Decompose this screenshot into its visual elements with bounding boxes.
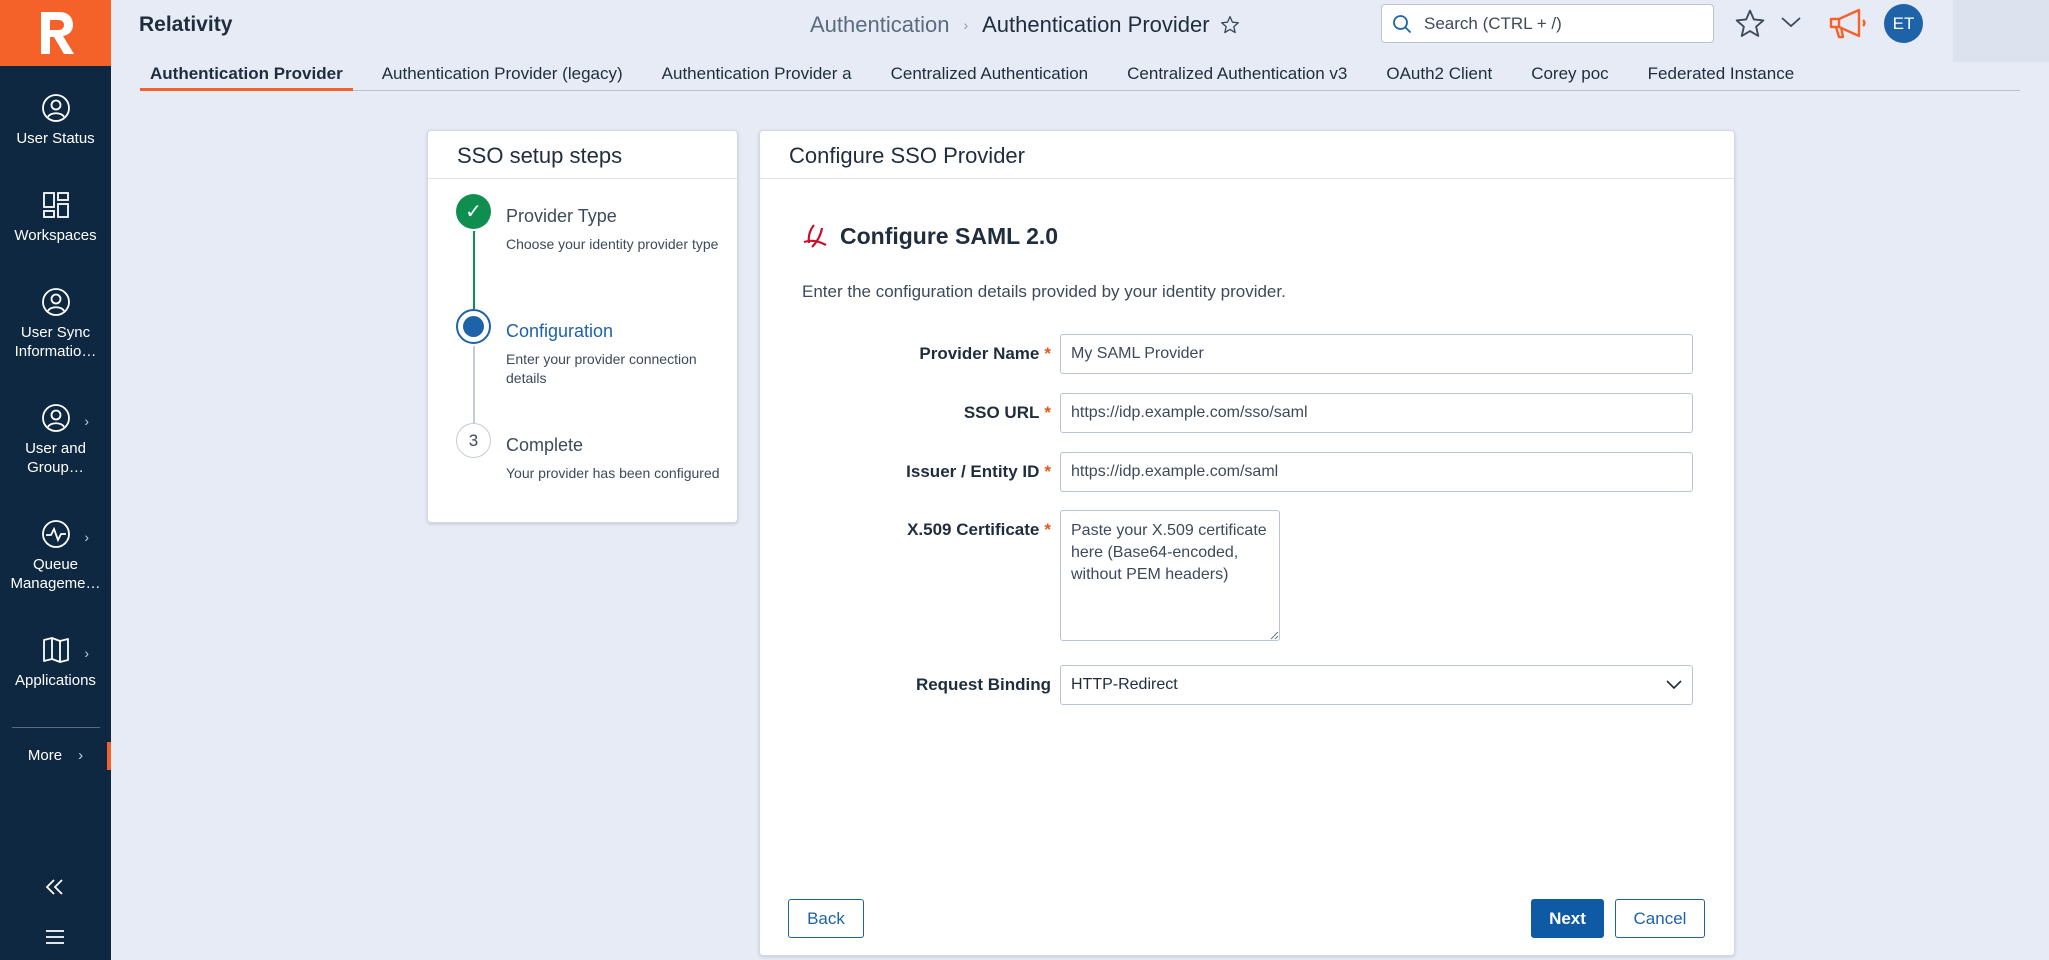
required-marker: *: [1044, 344, 1051, 363]
breadcrumb-current: Authentication Provider: [982, 12, 1210, 37]
step-complete: Complete Your provider has been configur…: [506, 435, 726, 483]
tab-corey-poc[interactable]: Corey poc: [1521, 62, 1618, 91]
workspaces-grid-icon: [42, 192, 69, 218]
sidebar-item-label: User Status: [16, 130, 95, 147]
sso-url-label: SSO URL *: [963, 403, 1051, 422]
cancel-button[interactable]: Cancel: [1615, 899, 1705, 938]
more-indicator: [107, 742, 111, 770]
user-circle-icon: [41, 404, 70, 432]
sidebar-item-queue-management[interactable]: › Queue Manageme…: [0, 519, 111, 593]
step-connector-pending: [473, 346, 475, 428]
form-intro-text: Enter the configuration details provided…: [802, 282, 1286, 301]
back-button[interactable]: Back: [788, 899, 864, 938]
hamburger-menu-icon[interactable]: [44, 929, 66, 945]
chevron-right-icon: ›: [78, 746, 84, 764]
step-configuration: Configuration Enter your provider connec…: [506, 321, 726, 388]
tab-bar: Authentication Provider Authentication P…: [140, 62, 2020, 91]
sidebar-item-workspaces[interactable]: Workspaces: [0, 190, 111, 245]
sidebar-item-label: User Sync Informatio…: [14, 324, 97, 360]
configure-sso-card: Configure SSO Provider Configure SAML 2.…: [759, 130, 1735, 956]
sidebar-item-label: User and Group…: [25, 440, 86, 476]
chevron-down-icon[interactable]: [1780, 14, 1802, 30]
tab-authentication-provider-a[interactable]: Authentication Provider a: [652, 62, 862, 91]
request-binding-value: HTTP-Redirect: [1071, 676, 1178, 693]
megaphone-icon[interactable]: [1827, 6, 1869, 42]
required-marker: *: [1044, 462, 1051, 481]
required-marker: *: [1044, 403, 1051, 422]
more-button[interactable]: More ›: [0, 742, 111, 768]
step-description: Your provider has been configured: [506, 465, 720, 481]
breadcrumb-parent[interactable]: Authentication: [810, 12, 949, 38]
user-circle-icon: [41, 288, 70, 316]
pulse-icon: [41, 520, 70, 548]
step-description: Enter your provider connection details: [506, 351, 697, 386]
form-heading: Configure SAML 2.0: [840, 222, 1059, 249]
app-title: Relativity: [139, 13, 233, 36]
step-title: Configuration: [506, 321, 614, 341]
favorites-star-icon[interactable]: [1734, 8, 1766, 40]
sidebar-divider: [12, 727, 100, 728]
sso-url-input[interactable]: [1060, 393, 1693, 433]
saml-heading: Configure SAML 2.0: [800, 221, 1058, 251]
steps-card-title: SSO setup steps: [428, 131, 737, 179]
saml-logo-icon: [803, 224, 827, 248]
step-description: Choose your identity provider type: [506, 236, 719, 252]
step-title: Provider Type: [506, 206, 617, 226]
certificate-textarea[interactable]: [1060, 510, 1280, 641]
sidebar-item-user-sync[interactable]: User Sync Informatio…: [0, 287, 111, 361]
provider-name-label: Provider Name *: [919, 344, 1051, 363]
issuer-label: Issuer / Entity ID *: [906, 462, 1051, 481]
step-current-indicator-icon: [456, 309, 491, 344]
book-icon: [42, 637, 69, 663]
more-label: More: [27, 746, 63, 764]
avatar[interactable]: ET: [1884, 4, 1923, 43]
sidebar-item-applications[interactable]: › Applications: [0, 635, 111, 690]
chevron-right-icon: ›: [84, 413, 89, 429]
sso-steps-card: SSO setup steps ✓ Provider Type Choose y…: [427, 130, 738, 523]
breadcrumb: Authentication › Authentication Provider: [810, 12, 1240, 38]
tab-authentication-provider-legacy[interactable]: Authentication Provider (legacy): [372, 62, 633, 91]
header-corner-panel: [1953, 0, 2049, 62]
collapse-sidebar-icon[interactable]: [43, 877, 67, 897]
search-icon: [1393, 14, 1412, 33]
search-input[interactable]: [1424, 13, 1694, 34]
issuer-input[interactable]: [1060, 452, 1693, 492]
resize-grip-icon[interactable]: [1269, 630, 1279, 640]
tab-oauth2-client[interactable]: OAuth2 Client: [1376, 62, 1502, 91]
required-marker: *: [1044, 520, 1051, 539]
tab-centralized-authentication-v3[interactable]: Centralized Authentication v3: [1117, 62, 1357, 91]
breadcrumb-separator: ›: [963, 17, 969, 33]
step-connector-complete: [473, 231, 475, 309]
chevron-right-icon: ›: [84, 645, 89, 661]
user-circle-icon: [41, 94, 70, 122]
step-title: Complete: [506, 435, 584, 455]
chevron-right-icon: ›: [84, 529, 89, 545]
tab-authentication-provider[interactable]: Authentication Provider: [140, 62, 353, 91]
request-binding-label: Request Binding: [915, 675, 1051, 694]
search-box[interactable]: [1381, 4, 1714, 43]
step-number-badge: 3: [456, 423, 491, 458]
certificate-label: X.509 Certificate *: [907, 520, 1051, 539]
step-provider-type: Provider Type Choose your identity provi…: [506, 206, 726, 254]
provider-name-input[interactable]: [1060, 334, 1693, 374]
tab-centralized-authentication[interactable]: Centralized Authentication: [881, 62, 1099, 91]
card-title: Configure SSO Provider: [760, 131, 1734, 179]
request-binding-select[interactable]: HTTP-Redirect: [1060, 665, 1693, 705]
step-complete-check-icon: ✓: [456, 194, 491, 229]
sidebar-item-user-status[interactable]: User Status: [0, 93, 111, 148]
favorite-star-icon[interactable]: [1220, 15, 1240, 35]
relativity-logo[interactable]: [0, 0, 111, 66]
sidebar: User Status Workspaces User Sync Informa…: [0, 0, 111, 960]
tab-federated-instance[interactable]: Federated Instance: [1638, 62, 1804, 91]
chevron-down-icon: [1666, 680, 1682, 690]
sidebar-item-label: Queue Manageme…: [10, 556, 101, 592]
sidebar-item-label: Workspaces: [14, 227, 97, 244]
sidebar-item-user-and-group[interactable]: › User and Group…: [0, 403, 111, 477]
next-button[interactable]: Next: [1531, 899, 1604, 938]
sidebar-item-label: Applications: [15, 672, 96, 689]
